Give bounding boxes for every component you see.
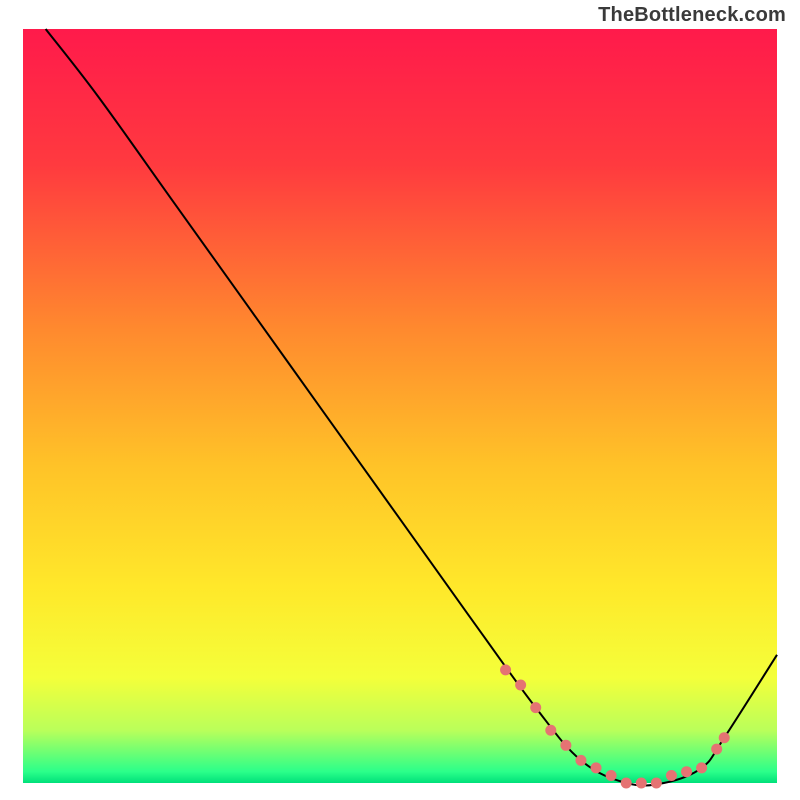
- marker-point: [651, 778, 662, 789]
- marker-point: [545, 725, 556, 736]
- plot-background: [23, 29, 777, 783]
- marker-point: [575, 755, 586, 766]
- marker-point: [621, 778, 632, 789]
- marker-point: [591, 762, 602, 773]
- marker-point: [666, 770, 677, 781]
- marker-point: [560, 740, 571, 751]
- marker-point: [530, 702, 541, 713]
- bottleneck-chart: [0, 0, 800, 800]
- marker-point: [696, 762, 707, 773]
- chart-container: { "watermark": "TheBottleneck.com", "cha…: [0, 0, 800, 800]
- marker-point: [515, 679, 526, 690]
- marker-point: [606, 770, 617, 781]
- marker-point: [500, 664, 511, 675]
- marker-point: [711, 744, 722, 755]
- marker-point: [636, 778, 647, 789]
- marker-point: [719, 732, 730, 743]
- marker-point: [681, 766, 692, 777]
